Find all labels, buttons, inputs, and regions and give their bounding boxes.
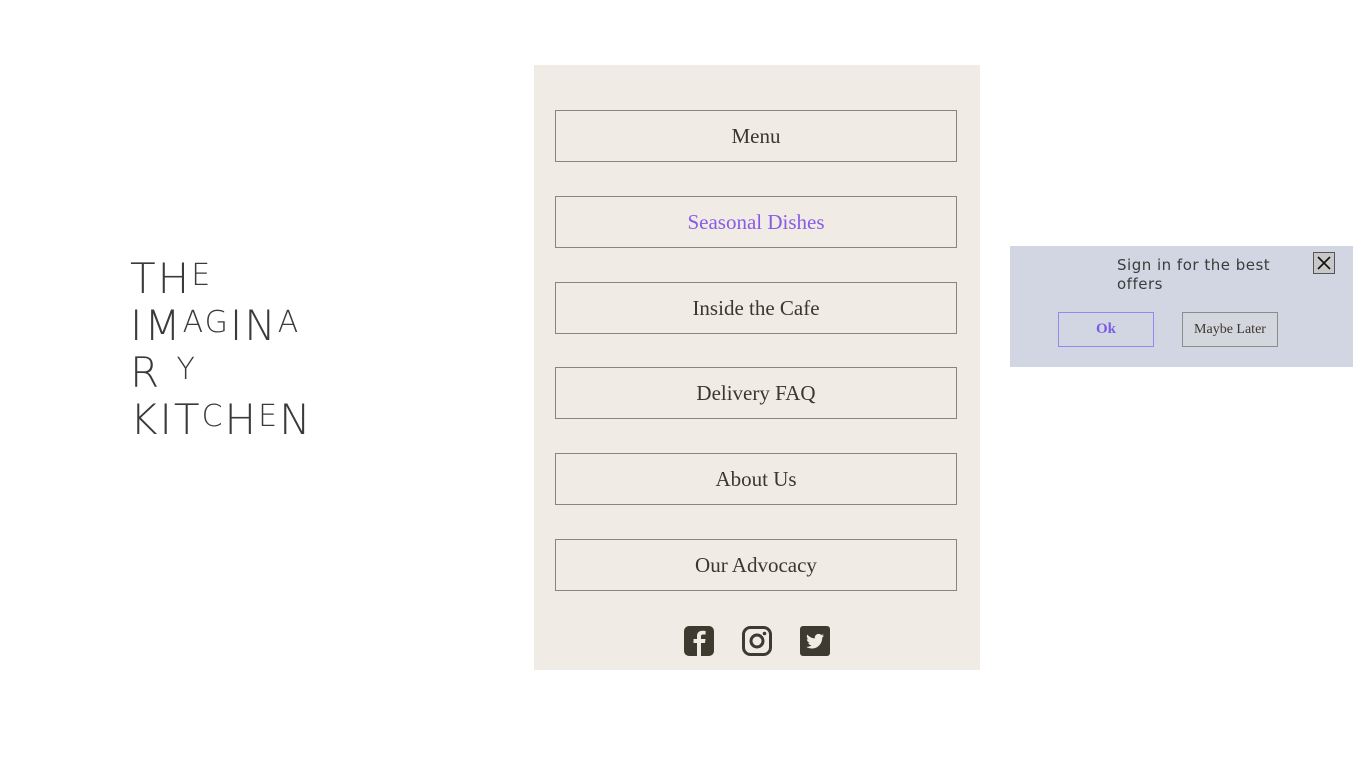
sign-in-popup: Sign in for the best offers Ok Maybe Lat… — [1010, 246, 1353, 367]
instagram-link[interactable] — [742, 626, 772, 656]
facebook-icon — [684, 626, 714, 656]
close-icon — [1317, 256, 1331, 270]
ok-button[interactable]: Ok — [1058, 312, 1154, 347]
nav-menu[interactable]: Menu — [555, 110, 957, 162]
nav-about-us[interactable]: About Us — [555, 453, 957, 505]
facebook-link[interactable] — [684, 626, 714, 656]
logo-line-2: IMAGINA — [130, 301, 301, 350]
logo-line-3: R Y — [130, 348, 197, 397]
navigation-panel: Menu Seasonal Dishes Inside the Cafe Del… — [534, 65, 980, 670]
twitter-link[interactable] — [800, 626, 830, 656]
instagram-icon — [742, 626, 772, 656]
social-links — [534, 626, 980, 656]
nav-delivery-faq[interactable]: Delivery FAQ — [555, 367, 957, 419]
maybe-later-button[interactable]: Maybe Later — [1182, 312, 1278, 347]
logo-line-1: THE — [130, 254, 213, 303]
popup-close-button[interactable] — [1313, 252, 1335, 274]
twitter-icon — [800, 626, 830, 656]
popup-message: Sign in for the best offers — [1117, 256, 1271, 293]
nav-inside-the-cafe[interactable]: Inside the Cafe — [555, 282, 957, 334]
nav-our-advocacy[interactable]: Our Advocacy — [555, 539, 957, 591]
logo-line-4: KITCHEN — [130, 395, 313, 444]
nav-seasonal-dishes[interactable]: Seasonal Dishes — [555, 196, 957, 248]
site-logo[interactable]: THE IMAGINA R Y KITCHEN — [130, 252, 313, 444]
